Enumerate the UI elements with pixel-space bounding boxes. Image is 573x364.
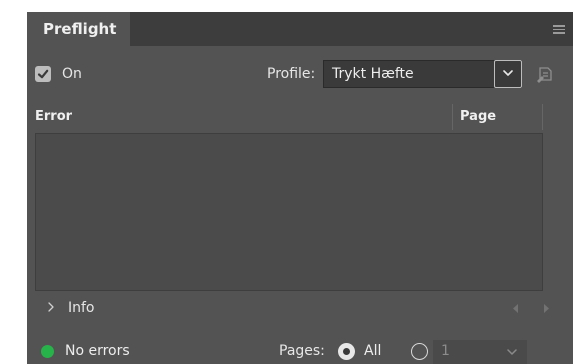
profile-label: Profile: [267, 66, 316, 82]
status-indicator-icon [41, 345, 54, 358]
tab-preflight[interactable]: Preflight [27, 12, 130, 46]
chevron-down-icon [503, 70, 513, 76]
panel-tab-bar: Preflight [27, 12, 573, 46]
profile-select[interactable]: Trykt Hæfte [323, 60, 522, 88]
column-divider [542, 104, 543, 130]
error-list[interactable] [35, 133, 543, 291]
table-header: Error Page [27, 104, 573, 132]
page-range-value: 1 [441, 343, 450, 359]
preflight-controls: On Profile: Trykt Hæfte [27, 59, 573, 89]
radio-page-range[interactable] [411, 343, 428, 360]
define-profiles-icon[interactable] [535, 64, 555, 84]
on-checkbox[interactable] [35, 66, 51, 82]
column-divider[interactable] [452, 104, 453, 130]
profile-dropdown-button[interactable] [494, 60, 522, 88]
info-label[interactable]: Info [68, 300, 95, 316]
status-bar: No errors Pages: All 1 [27, 340, 573, 364]
profile-value: Trykt Hæfte [332, 66, 414, 82]
panel-menu-icon[interactable] [553, 25, 565, 34]
column-header-page[interactable]: Page [460, 109, 496, 124]
info-section: Info [27, 298, 573, 320]
page-range-select[interactable]: 1 [433, 340, 527, 364]
all-label[interactable]: All [364, 343, 381, 359]
chevron-down-icon [507, 349, 517, 355]
preflight-panel: Preflight On Profile: Trykt Hæfte Error [27, 12, 573, 364]
column-header-error[interactable]: Error [35, 109, 72, 124]
triangle-right-icon[interactable] [543, 304, 549, 313]
checkmark-icon [37, 69, 49, 79]
status-label: No errors [65, 343, 130, 359]
pages-label: Pages: [279, 343, 325, 359]
triangle-left-icon[interactable] [513, 304, 519, 313]
radio-all[interactable] [338, 343, 355, 360]
on-label: On [62, 66, 82, 82]
chevron-right-icon[interactable] [47, 301, 55, 313]
